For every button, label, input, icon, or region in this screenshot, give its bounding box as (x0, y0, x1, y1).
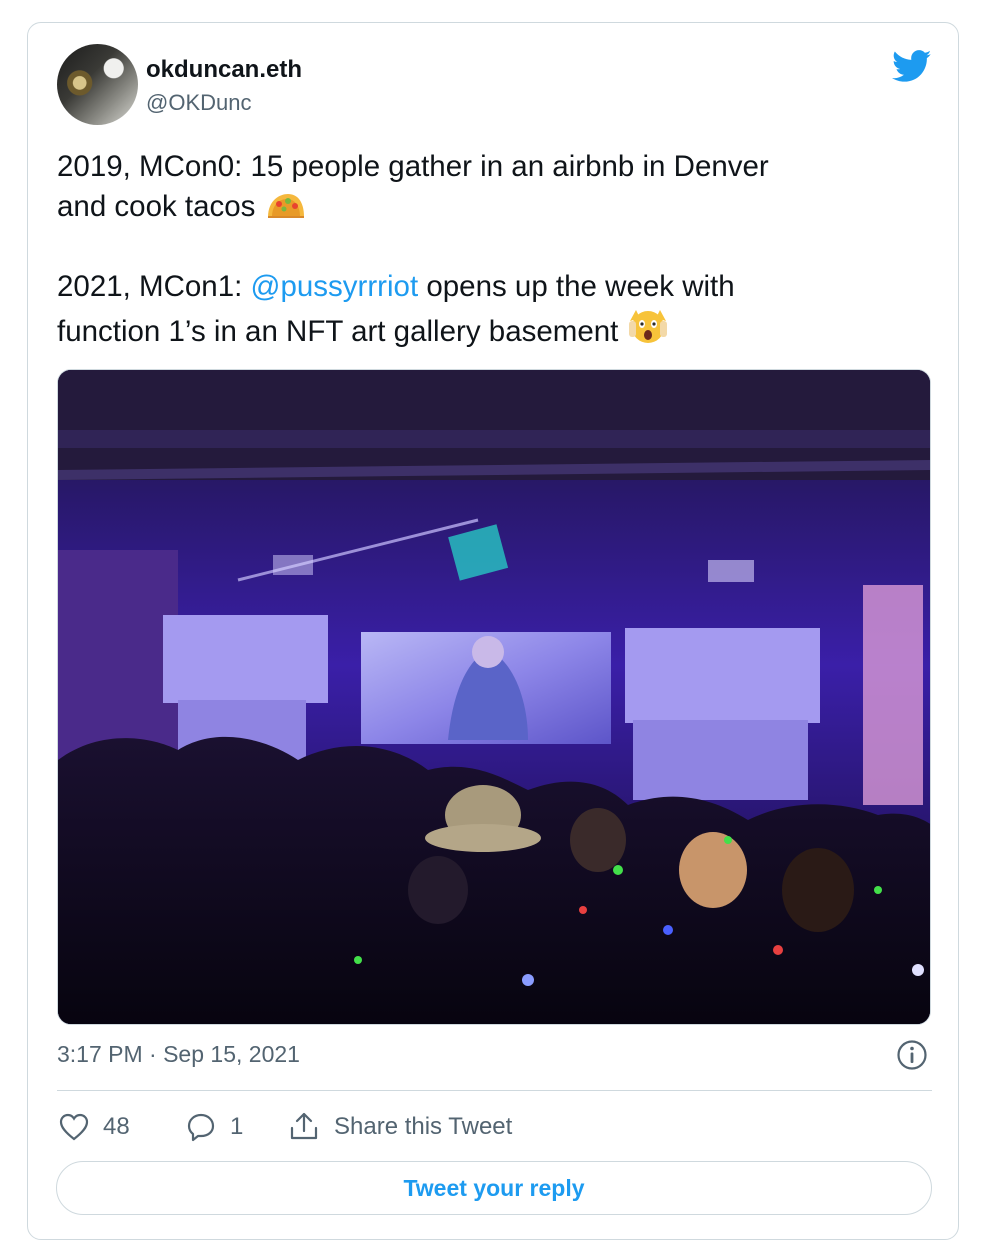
tweet-reply-label: Tweet your reply (403, 1174, 585, 1201)
tweet-text: 2019, MCon0: 15 people gather in an airb… (57, 147, 937, 352)
share-button[interactable]: Share this Tweet (288, 1109, 512, 1145)
reply-count: 1 (230, 1113, 244, 1140)
tweet-line-3-suffix: opens up the week with (418, 270, 735, 303)
reply-button[interactable]: 1 (186, 1109, 243, 1145)
mention-link[interactable]: @pussyrrriot (251, 270, 419, 303)
tweet-line-4: function 1’s in an NFT art gallery basem… (57, 315, 619, 348)
tweet-photo[interactable] (57, 369, 931, 1025)
reply-bubble-icon (187, 1113, 215, 1142)
tweet-card: okduncan.eth @OKDunc 2019, MCon0: 15 peo… (27, 22, 959, 1240)
tweet-line: function 1’s in an NFT art gallery basem… (57, 307, 937, 352)
tweet-timestamp[interactable]: 3:17 PM · Sep 15, 2021 (57, 1041, 300, 1068)
author-handle[interactable]: @OKDunc (146, 90, 251, 116)
share-label: Share this Tweet (334, 1113, 513, 1140)
heart-icon (59, 1113, 89, 1141)
tweet-line-3-prefix: 2021, MCon1: (57, 270, 251, 303)
like-count: 48 (103, 1113, 130, 1140)
avatar[interactable] (57, 44, 138, 125)
author-display-name[interactable]: okduncan.eth (146, 56, 302, 84)
screaming-face-emoji (628, 310, 667, 343)
info-icon[interactable] (896, 1039, 928, 1071)
tweet-line: and cook tacos (57, 187, 937, 227)
tweet-line: 2021, MCon1: @pussyrrriot opens up the w… (57, 267, 937, 307)
tweet-line-2: and cook tacos (57, 190, 256, 223)
divider (57, 1090, 932, 1091)
twitter-bird-icon[interactable] (892, 50, 932, 83)
basement-party-photo (58, 370, 930, 1024)
like-button[interactable]: 48 (59, 1109, 130, 1145)
taco-emoji (267, 194, 304, 218)
tweet-line-1: 2019, MCon0: 15 people gather in an airb… (57, 150, 769, 183)
share-icon (290, 1112, 318, 1140)
tweet-line: 2019, MCon0: 15 people gather in an airb… (57, 147, 937, 187)
tweet-reply-button[interactable]: Tweet your reply (56, 1161, 932, 1215)
